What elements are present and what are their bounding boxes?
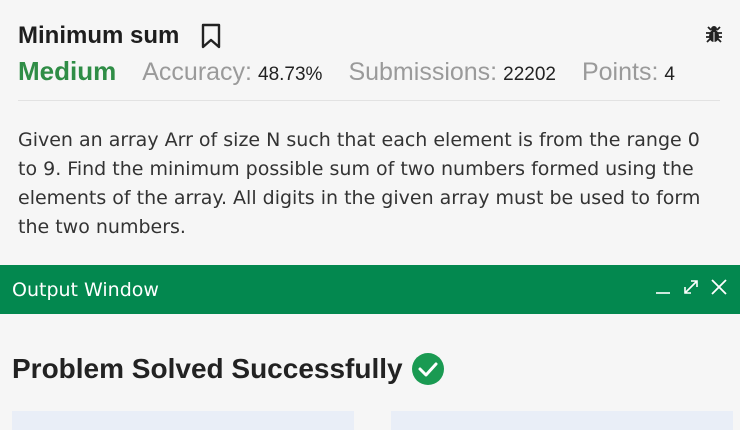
difficulty-badge: Medium bbox=[18, 56, 117, 86]
result-card-right bbox=[391, 411, 733, 430]
problem-description: Given an array Arr of size N such that e… bbox=[18, 129, 701, 238]
problem-header: Minimum sum Medium Accuracy: 48.73% Subm… bbox=[18, 18, 726, 92]
result-card-left bbox=[12, 411, 354, 430]
problem-title: Minimum sum bbox=[18, 22, 180, 49]
output-window-title: Output Window bbox=[12, 278, 159, 301]
submissions-label: Submissions: bbox=[348, 58, 498, 86]
output-window-bar: Output Window bbox=[0, 265, 740, 314]
bookmark-icon[interactable] bbox=[201, 23, 221, 49]
result-message: Problem Solved Successfully bbox=[12, 353, 403, 384]
title-row: Minimum sum bbox=[18, 18, 726, 54]
divider bbox=[18, 100, 720, 101]
meta-row: Medium Accuracy: 48.73% Submissions: 222… bbox=[18, 56, 726, 92]
expand-icon[interactable] bbox=[682, 278, 700, 296]
result-row: Problem Solved Successfully bbox=[12, 352, 445, 386]
submissions-value: 22202 bbox=[503, 64, 556, 85]
minimize-icon[interactable] bbox=[654, 278, 672, 296]
check-circle-icon bbox=[411, 352, 445, 386]
close-icon[interactable] bbox=[710, 278, 728, 296]
points-label: Points: bbox=[581, 58, 659, 86]
window-controls bbox=[654, 278, 728, 296]
bug-icon[interactable] bbox=[704, 24, 724, 48]
points-value: 4 bbox=[664, 64, 675, 85]
accuracy-label: Accuracy: bbox=[142, 58, 252, 86]
accuracy-value: 48.73% bbox=[258, 64, 323, 85]
